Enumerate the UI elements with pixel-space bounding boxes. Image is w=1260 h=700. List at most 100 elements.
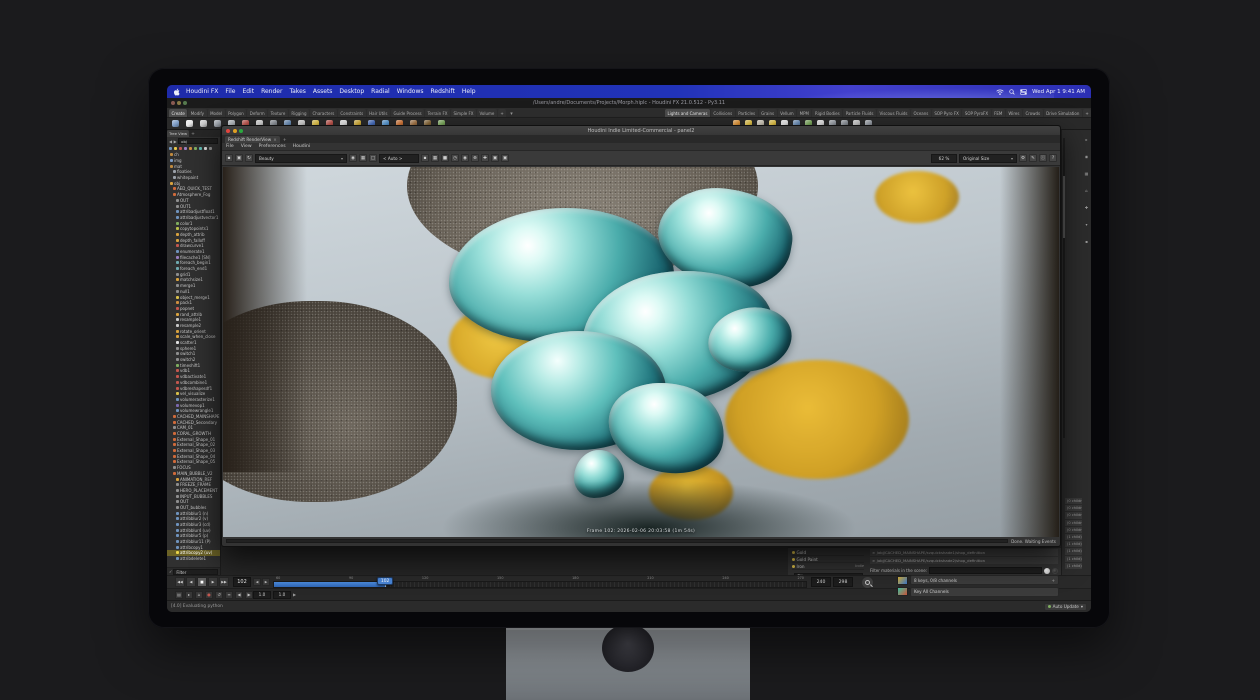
shelf-tab[interactable]: + — [498, 109, 506, 117]
toolbar-icon[interactable]: ▦ — [359, 154, 367, 162]
scene-filter-input[interactable] — [929, 567, 1042, 574]
toolbar-icon[interactable]: ■ — [441, 154, 449, 162]
toolbar-icon[interactable]: ▣ — [235, 154, 243, 162]
image-size-select[interactable]: Original Size ▾ — [959, 154, 1017, 163]
playhead[interactable]: 102 — [377, 577, 393, 585]
material-ball-light-icon[interactable] — [1044, 568, 1050, 574]
menu-item[interactable]: Render — [261, 88, 282, 95]
toolbar-icon[interactable]: ▣ — [501, 154, 509, 162]
shelf-tab[interactable]: Terrain FX — [425, 109, 450, 117]
menu-item[interactable]: Redshift — [431, 88, 455, 95]
render-view-title-bar[interactable]: Houdini Indie Limited-Commercial - panel… — [222, 126, 1060, 135]
menu-item[interactable]: Windows — [397, 88, 424, 95]
menu-item[interactable]: Preferences — [259, 144, 286, 149]
bucket-mode-select[interactable]: < Auto > — [379, 154, 419, 163]
rendered-image[interactable]: Frame 102: 2026-02-06 20:03:58 (1m 54s) — [223, 167, 1059, 539]
minimize-window-icon[interactable] — [233, 129, 237, 133]
toolbar-icon[interactable]: ◉ — [461, 154, 469, 162]
keyframe-icon[interactable] — [897, 587, 908, 596]
menu-item[interactable]: Help — [462, 88, 476, 95]
shelf-tab[interactable]: FEM — [992, 109, 1005, 117]
transport-button[interactable]: ▶ — [208, 577, 218, 587]
shelf-tab[interactable]: Hair Utils — [367, 109, 390, 117]
material-path-row[interactable]: ≈/obj/CACHED_MAINSHAPE/svquickshade1/sho… — [870, 549, 1058, 556]
tree-path-field[interactable]: obj — [178, 138, 218, 144]
control-center-icon[interactable] — [1020, 89, 1027, 95]
shelf-tab[interactable]: Oceans — [911, 109, 931, 117]
children-count-row[interactable]: (1 child) — [1065, 541, 1082, 547]
toolbar-icon[interactable]: ✚ — [481, 154, 489, 162]
close-window-icon[interactable] — [171, 101, 175, 105]
panel-icon[interactable]: ✚ — [1085, 206, 1088, 210]
play-start-field[interactable]: 1.0 — [253, 591, 271, 599]
toolbar-icon[interactable]: ▣ — [491, 154, 499, 162]
transport-button[interactable]: ▶▶ — [219, 577, 229, 587]
shelf-tab[interactable]: Rigid Bodies — [812, 109, 842, 117]
toolbar-icon[interactable]: ? — [1049, 154, 1057, 162]
menu-item[interactable]: File — [225, 88, 235, 95]
shelf-tab[interactable]: MPM — [797, 109, 811, 117]
render-pass-select[interactable]: Beauty ▾ — [255, 154, 347, 163]
filter-check-icon[interactable]: ✓ — [169, 569, 172, 574]
shelf-tab[interactable]: Lights and Cameras — [665, 109, 710, 117]
tree-filter-icon[interactable] — [204, 147, 207, 150]
playbar-tool-button[interactable]: ↺ — [215, 591, 223, 599]
transport-button[interactable]: ◀◀ — [175, 577, 185, 587]
menu-item[interactable]: Assets — [313, 88, 333, 95]
scrollbar-track[interactable] — [1063, 138, 1065, 438]
shelf-tab[interactable]: Create — [169, 109, 187, 117]
shelf-tool-icon[interactable] — [200, 120, 207, 127]
scrollbar-thumb[interactable] — [1063, 176, 1065, 238]
minimize-window-icon[interactable] — [177, 101, 181, 105]
tree-filter-icon[interactable] — [209, 147, 212, 150]
shelf-tab[interactable]: Particles — [736, 109, 758, 117]
material-row[interactable]: Iron Indie — [792, 563, 864, 570]
shelf-tab[interactable]: Simple FX — [451, 109, 476, 117]
menu-item[interactable]: Desktop — [339, 88, 364, 95]
children-count-row[interactable]: (0 children) — [1065, 512, 1082, 518]
shelf-tab[interactable]: Wires — [1006, 109, 1022, 117]
toolbar-icon[interactable]: ◉ — [349, 154, 357, 162]
panel-icon[interactable]: ▸ — [1085, 138, 1087, 142]
menu-item[interactable]: Houdini — [293, 144, 311, 149]
playbar-tool-button[interactable]: ● — [205, 591, 213, 599]
children-count-row[interactable]: (1 child) — [1065, 548, 1082, 554]
add-tab-icon[interactable]: + — [191, 132, 195, 137]
search-icon[interactable] — [1009, 89, 1015, 95]
transport-button[interactable]: ■ — [197, 577, 207, 587]
close-window-icon[interactable] — [226, 129, 230, 133]
tree-filter-icon[interactable] — [194, 147, 197, 150]
shelf-tab[interactable]: Guide Process — [391, 109, 424, 117]
toolbar-icon[interactable]: ✎ — [1029, 154, 1037, 162]
panel-icon[interactable]: ▦ — [1085, 172, 1089, 176]
toolbar-icon[interactable]: □ — [369, 154, 377, 162]
material-ball-dark-icon[interactable] — [1052, 568, 1058, 574]
playbar-tool-button[interactable]: ⌂ — [195, 591, 203, 599]
keys-summary-button[interactable]: 8 keys, 0/8 channels + — [910, 575, 1059, 585]
shelf-tab[interactable]: Particle Fluids — [843, 109, 876, 117]
shelf-tab[interactable]: SOP Pyro FX — [932, 109, 961, 117]
shelf-tab[interactable]: Deform — [247, 109, 267, 117]
wifi-icon[interactable] — [996, 89, 1004, 95]
toolbar-icon[interactable]: ⊕ — [471, 154, 479, 162]
zoom-window-icon[interactable] — [239, 129, 243, 133]
update-mode-button[interactable]: Auto Update ▾ — [1044, 603, 1087, 611]
children-count-row[interactable]: (1 child) — [1065, 563, 1082, 569]
key-all-channels-button[interactable]: Key All Channels — [910, 587, 1059, 597]
shelf-tab[interactable]: Modify — [188, 109, 206, 117]
playbar-tool-button[interactable]: ▤ — [175, 591, 183, 599]
children-count-row[interactable]: (1 child) — [1065, 556, 1082, 562]
tree-filter-field[interactable]: Filter — [173, 569, 218, 575]
menu-item[interactable]: View — [241, 144, 252, 149]
menu-item[interactable]: File — [226, 144, 234, 149]
material-row[interactable]: Gold — [792, 549, 864, 556]
shelf-tab[interactable]: Collisions — [711, 109, 735, 117]
add-tab-icon[interactable]: + — [283, 138, 287, 143]
tree-filter-icon[interactable] — [184, 147, 187, 150]
children-count-row[interactable]: (0 children) — [1065, 498, 1082, 504]
panel-icon[interactable]: ◉ — [1085, 155, 1089, 159]
tree-filter-icon[interactable] — [179, 147, 182, 150]
tree-filter-icon[interactable] — [174, 147, 177, 150]
key-step-button[interactable]: ◀ — [253, 578, 261, 586]
shelf-tab[interactable]: Texture — [268, 109, 288, 117]
